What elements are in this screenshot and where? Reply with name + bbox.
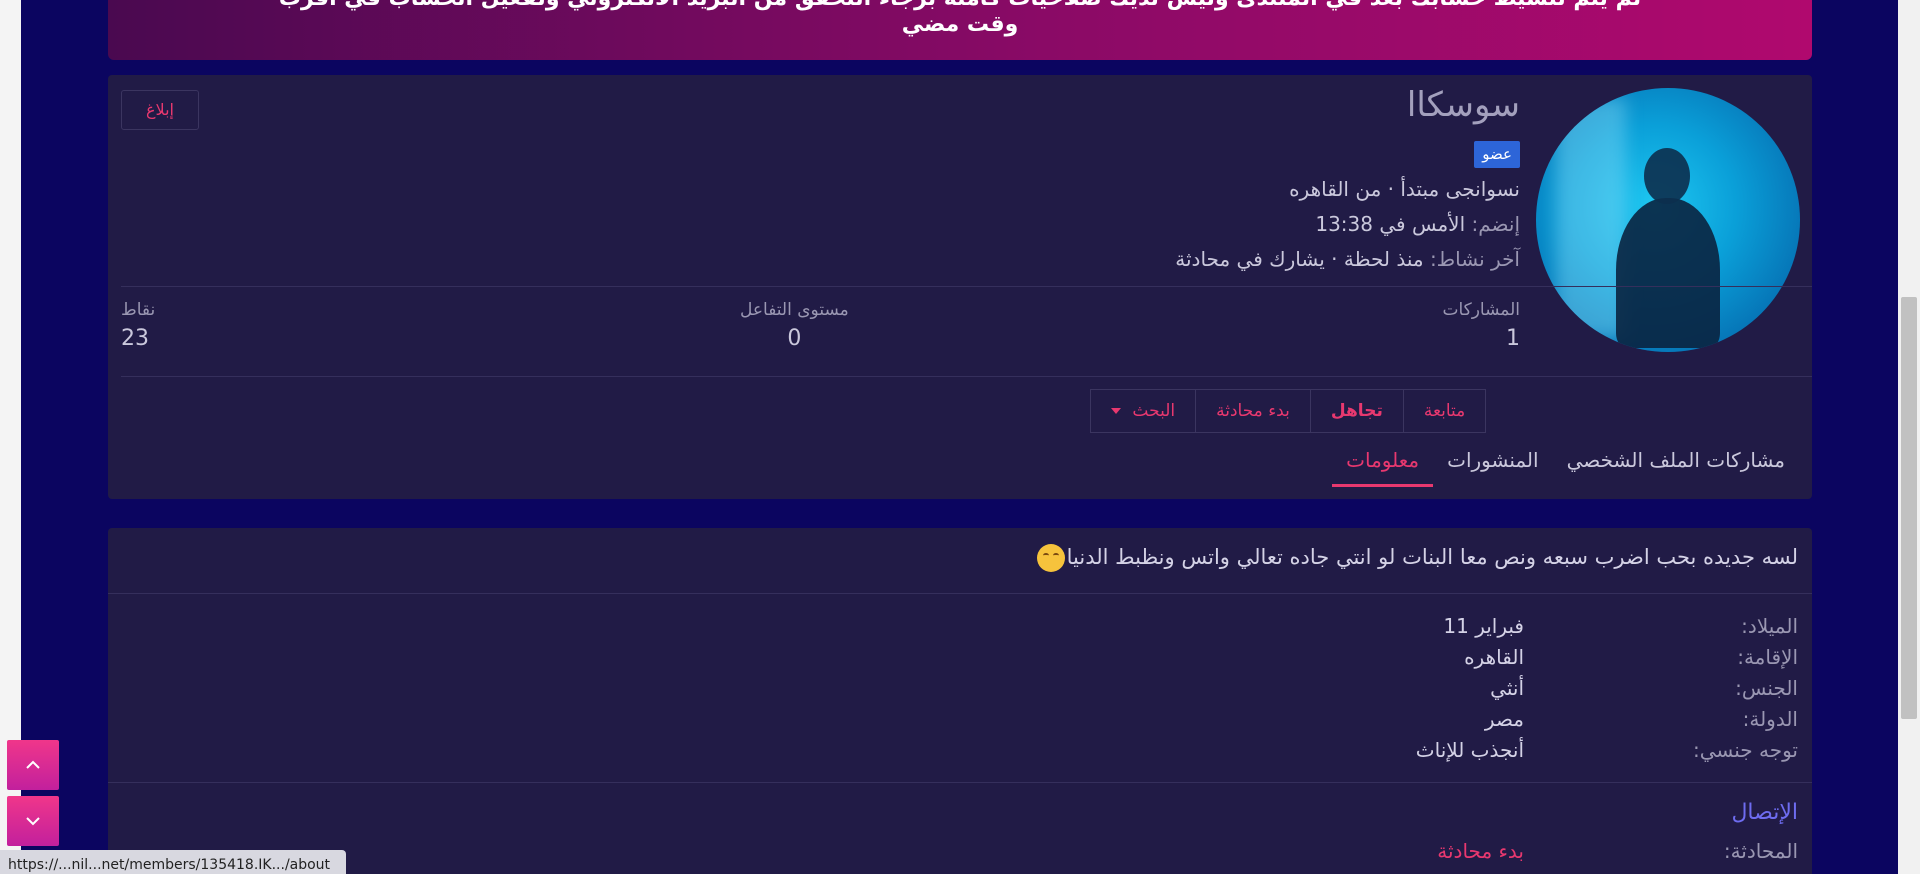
stat-reaction-score: مستوى التفاعل 0 xyxy=(740,300,849,351)
tab-postings[interactable]: المنشورات xyxy=(1433,442,1552,484)
stat-posts-value[interactable]: 1 xyxy=(1442,326,1520,351)
follow-button[interactable]: متابعة xyxy=(1402,389,1487,433)
last-activity-value[interactable]: منذ لحظة · يشارك في محادثة xyxy=(1175,247,1423,271)
chevron-down-icon xyxy=(26,817,40,826)
field-gender-value: أنثي xyxy=(1490,676,1524,700)
field-country-value: مصر xyxy=(1484,707,1524,731)
page-scrollbar[interactable] xyxy=(1898,0,1920,874)
scroll-to-bottom-button[interactable] xyxy=(7,796,59,846)
divider xyxy=(108,782,1812,783)
joined-info: إنضم: الأمس في 13:38 xyxy=(1315,212,1520,236)
stat-points-value[interactable]: 23 xyxy=(121,326,155,351)
conversation-label: المحادثة: xyxy=(1723,839,1798,863)
field-birthday-value: فبراير 11 xyxy=(1443,614,1524,638)
scrollbar-thumb[interactable] xyxy=(1901,297,1917,719)
last-activity-label: آخر نشاط: xyxy=(1429,247,1520,271)
avatar-figure-head xyxy=(1644,148,1690,204)
field-orientation-label: توجه جنسي: xyxy=(1693,738,1798,762)
about-bio-text: لسه جديده بحب اضرب سبعه ونص معا البنات ل… xyxy=(1066,545,1798,569)
last-activity-info: آخر نشاط: منذ لحظة · يشارك في محادثة xyxy=(1175,247,1520,271)
field-location-value[interactable]: القاهره xyxy=(1464,645,1524,669)
browser-status-url: https://...nil...net/members/135418.IK..… xyxy=(0,850,346,874)
member-profile-card: سوسكاا عضو نسوانجى مبتدأ · من القاهره إن… xyxy=(108,75,1812,499)
notice-text-line-1: لم يتم تنشيط حسابك بعد في المنتدى وليس ل… xyxy=(108,0,1812,11)
smiling-face-emoji-icon xyxy=(1036,544,1065,572)
chevron-up-icon xyxy=(26,760,40,769)
field-orientation-value: أنجذب للإناث xyxy=(1415,738,1524,762)
report-button[interactable]: إبلاغ xyxy=(121,90,199,130)
profile-tabs: مشاركات الملف الشخصي المنشورات معلومات xyxy=(1332,442,1799,487)
about-bio: لسه جديده بحب اضرب سبعه ونص معا البنات ل… xyxy=(1036,544,1798,572)
start-conversation-button[interactable]: بدء محادثة xyxy=(1195,389,1310,433)
field-gender-label: الجنس: xyxy=(1735,676,1798,700)
avatar[interactable] xyxy=(1536,88,1800,352)
stat-points-label: نقاط xyxy=(121,300,156,320)
divider xyxy=(121,376,1812,377)
field-country-label: الدولة: xyxy=(1742,707,1798,731)
stat-points: نقاط 23 xyxy=(121,300,155,351)
caret-down-icon xyxy=(1111,408,1121,414)
joined-label: إنضم: xyxy=(1471,212,1520,236)
find-menu-label: البحث xyxy=(1132,401,1176,421)
divider xyxy=(121,286,1812,287)
tab-about[interactable]: معلومات xyxy=(1332,442,1434,487)
member-username: سوسكاا xyxy=(1406,85,1520,125)
member-action-buttons: متابعة تجاهل بدء محادثة البحث xyxy=(1090,389,1487,433)
start-conversation-link[interactable]: بدء محادثة xyxy=(1437,839,1524,863)
stat-posts: المشاركات 1 xyxy=(1442,300,1520,351)
about-panel: لسه جديده بحب اضرب سبعه ونص معا البنات ل… xyxy=(108,528,1812,874)
ignore-button[interactable]: تجاهل xyxy=(1309,389,1403,433)
find-menu-button[interactable]: البحث xyxy=(1090,389,1196,433)
divider xyxy=(108,593,1812,594)
tab-profile-posts[interactable]: مشاركات الملف الشخصي xyxy=(1553,442,1799,484)
member-title-location: نسوانجى مبتدأ · من القاهره xyxy=(1289,177,1520,201)
stat-posts-label: المشاركات xyxy=(1442,300,1520,320)
user-group-badge: عضو xyxy=(1474,141,1520,168)
joined-value: الأمس في 13:38 xyxy=(1315,212,1466,236)
contact-section-title: الإتصال xyxy=(1731,800,1798,825)
stat-reaction-label: مستوى التفاعل xyxy=(740,300,849,320)
avatar-figure-body xyxy=(1616,198,1720,348)
account-activation-notice: لم يتم تنشيط حسابك بعد في المنتدى وليس ل… xyxy=(108,0,1812,60)
notice-text-line-2: وقت مضي xyxy=(901,12,1019,37)
field-location-label: الإقامة: xyxy=(1737,645,1798,669)
stat-reaction-value[interactable]: 0 xyxy=(740,326,849,351)
scroll-to-top-button[interactable] xyxy=(7,740,59,790)
field-birthday-label: الميلاد: xyxy=(1741,614,1798,638)
